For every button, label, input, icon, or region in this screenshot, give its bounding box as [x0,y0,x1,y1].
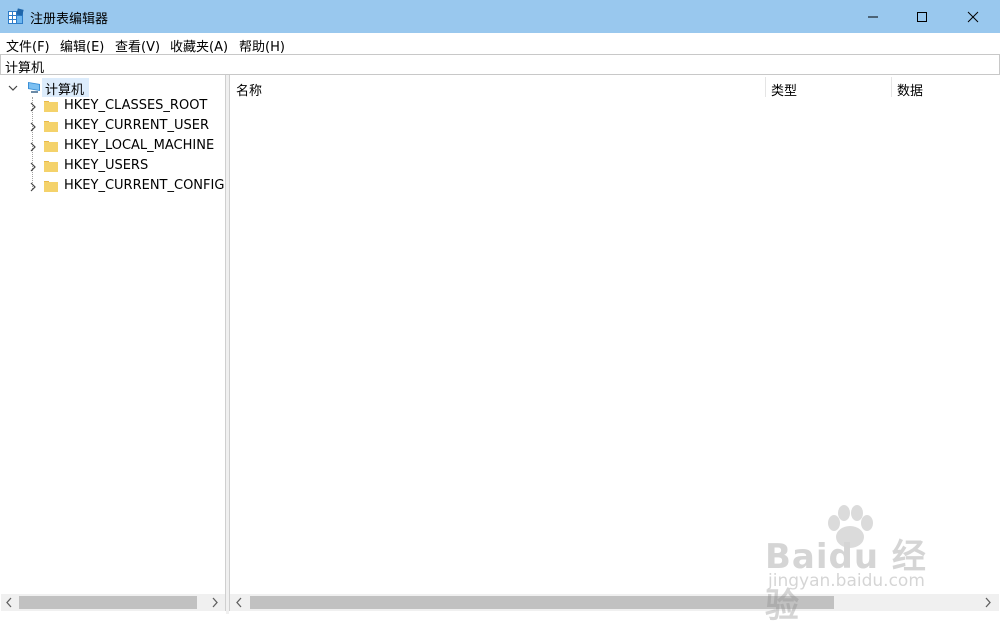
list-scroll-thumb[interactable] [250,596,834,609]
chevron-right-icon[interactable] [28,162,38,172]
chevron-right-icon[interactable] [28,102,38,112]
chevron-right-icon[interactable] [28,142,38,152]
regedit-icon [8,8,24,24]
tree-scroll-thumb[interactable] [19,596,197,609]
scroll-left-icon[interactable] [234,597,245,608]
title-bar[interactable]: 注册表编辑器 [0,0,1000,33]
tree-item-hkey-users[interactable]: HKEY_USERS [64,158,148,173]
address-path[interactable]: 计算机 [5,57,44,76]
baidu-watermark: Baidu 经验 jingyan.baidu.com [760,505,960,626]
column-header-type[interactable]: 类型 [771,80,797,104]
folder-icon [44,161,58,172]
tree-item-hkey-classes-root[interactable]: HKEY_CLASSES_ROOT [64,98,207,113]
column-divider[interactable] [765,77,766,97]
chevron-right-icon[interactable] [28,122,38,132]
menu-bar: 文件(F) 编辑(E) 查看(V) 收藏夹(A) 帮助(H) [0,33,1000,55]
chevron-right-icon[interactable] [28,182,38,192]
tree-hscrollbar[interactable] [1,594,225,611]
menu-edit[interactable]: 编辑(E) [60,36,104,55]
watermark-url: jingyan.baidu.com [768,571,925,591]
folder-icon [44,181,58,192]
column-header-name[interactable]: 名称 [236,80,262,104]
scroll-right-icon[interactable] [209,597,220,608]
maximize-button[interactable] [899,0,945,33]
menu-view[interactable]: 查看(V) [115,36,160,55]
window-title: 注册表编辑器 [30,12,109,27]
minimize-icon [868,16,878,17]
close-button[interactable] [950,0,996,33]
tree-item-hkey-current-config[interactable]: HKEY_CURRENT_CONFIG [64,178,224,193]
menu-file[interactable]: 文件(F) [6,36,50,55]
folder-icon [44,101,58,112]
column-divider[interactable] [891,77,892,97]
close-icon [967,11,979,22]
folder-icon [44,141,58,152]
maximize-icon [917,11,927,22]
menu-favorites[interactable]: 收藏夹(A) [170,36,228,55]
tree-item-hkey-current-user[interactable]: HKEY_CURRENT_USER [64,118,209,133]
folder-icon [44,121,58,132]
computer-icon [28,82,40,93]
tree-item-hkey-local-machine[interactable]: HKEY_LOCAL_MACHINE [64,138,214,153]
menu-help[interactable]: 帮助(H) [239,36,285,55]
scroll-right-icon[interactable] [982,597,993,608]
chevron-down-icon[interactable] [8,83,18,93]
minimize-button[interactable] [850,0,896,33]
tree-root-label[interactable]: 计算机 [45,79,84,98]
address-bar[interactable]: 计算机 [0,54,1000,76]
scroll-left-icon[interactable] [4,597,15,608]
column-header-data[interactable]: 数据 [897,80,923,104]
